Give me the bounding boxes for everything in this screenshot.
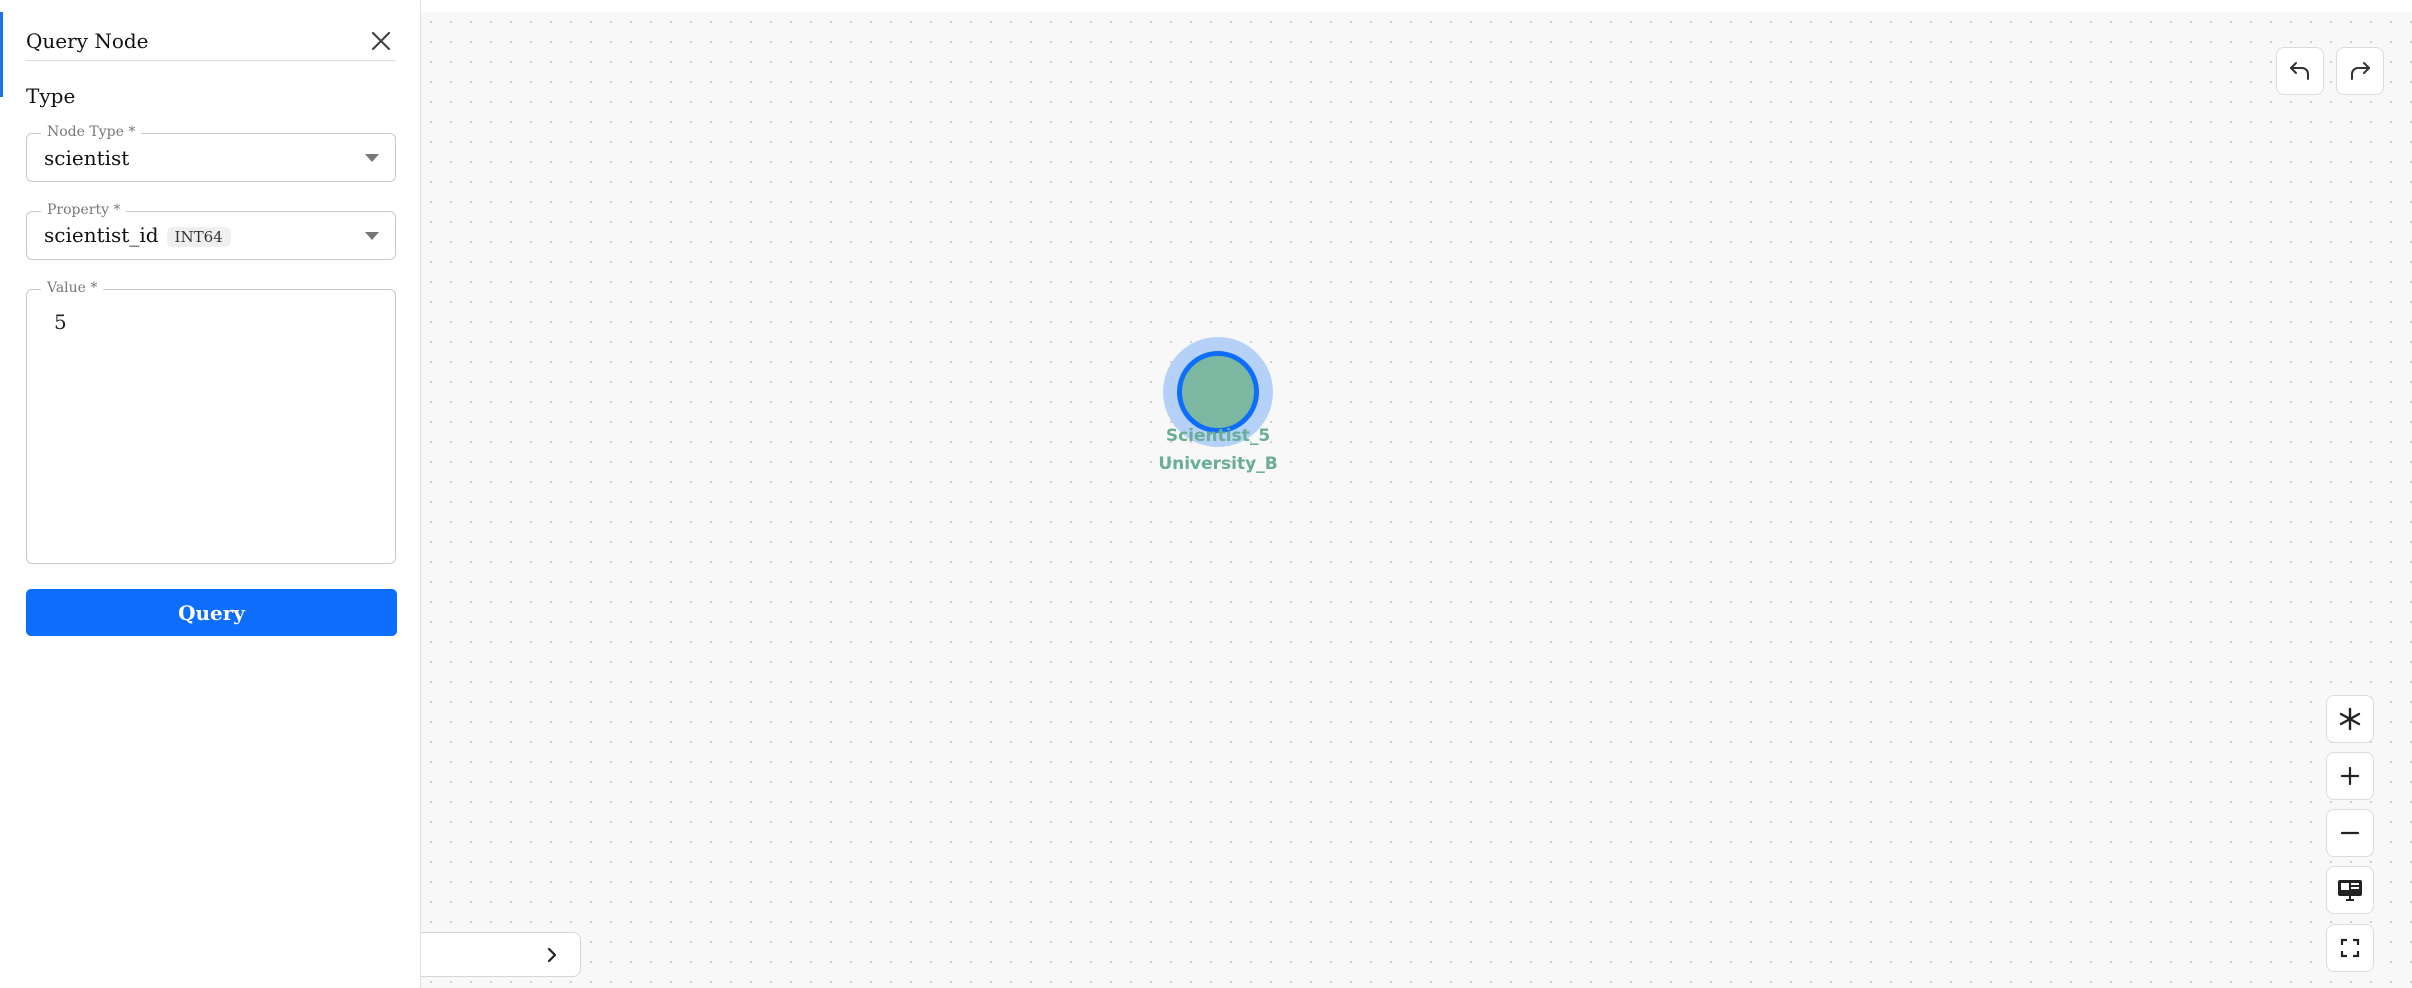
value-label: Value * <box>41 280 104 296</box>
screen-button[interactable] <box>2326 866 2374 914</box>
graph-canvas[interactable] <box>421 12 2412 988</box>
node-type-value: scientist <box>44 146 130 170</box>
panel-header: Query Node <box>26 22 396 61</box>
zoom-in-button[interactable] <box>2326 752 2374 800</box>
node-label-name: Scientist_5 <box>1165 426 1271 446</box>
node-type-label: Node Type * <box>41 124 142 140</box>
undo-icon <box>2290 62 2309 80</box>
screen-icon <box>2338 880 2362 901</box>
chevron-right-icon <box>547 947 557 963</box>
value-textarea[interactable]: Value * 5 <box>26 280 396 564</box>
value-text: 5 <box>54 310 67 334</box>
chevron-down-icon <box>365 231 379 240</box>
node-label-university: University_B <box>1158 454 1278 474</box>
panel-accent-bar <box>0 12 3 97</box>
panel-title: Query Node <box>26 29 149 53</box>
query-node-panel: Query Node Type Node Type * scientist Pr… <box>0 0 421 988</box>
zoom-out-icon <box>2340 831 2360 835</box>
layout-button[interactable] <box>2326 695 2374 743</box>
section-label-type: Type <box>26 84 76 108</box>
property-value: scientist_id <box>44 223 159 247</box>
zoom-in-icon <box>2340 766 2360 786</box>
layout-icon <box>2339 707 2361 731</box>
property-select[interactable]: Property * scientist_id INT64 <box>26 202 396 260</box>
fullscreen-icon <box>2340 938 2360 958</box>
redo-icon <box>2351 62 2370 80</box>
close-icon <box>371 31 391 51</box>
node-circle <box>1177 351 1259 433</box>
redo-button[interactable] <box>2336 47 2384 95</box>
property-label: Property * <box>41 202 127 218</box>
close-button[interactable] <box>366 26 396 56</box>
undo-button[interactable] <box>2276 47 2324 95</box>
property-value-wrap: scientist_id INT64 <box>44 223 231 247</box>
property-type-chip: INT64 <box>166 226 231 247</box>
zoom-out-button[interactable] <box>2326 809 2374 857</box>
fullscreen-button[interactable] <box>2326 924 2374 972</box>
bottom-panel-toggle[interactable] <box>421 932 581 977</box>
chevron-down-icon <box>365 153 379 162</box>
query-button[interactable]: Query <box>26 589 397 636</box>
node-type-select[interactable]: Node Type * scientist <box>26 124 396 182</box>
